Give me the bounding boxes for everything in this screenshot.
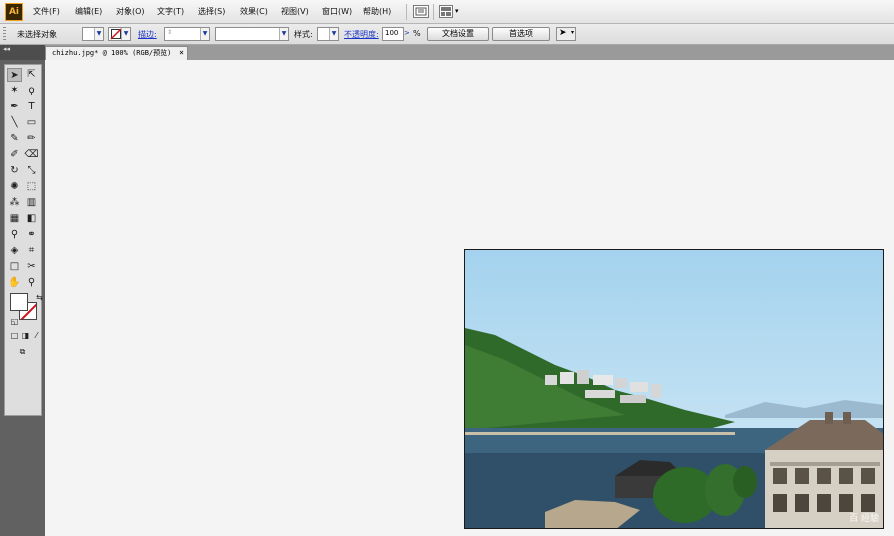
menu-separator <box>406 4 407 20</box>
symbol-sprayer-tool-icon[interactable]: ⁂ <box>7 196 22 210</box>
artboard-tool-icon[interactable]: □ <box>7 260 22 274</box>
pencil-tool-icon[interactable]: ✏ <box>24 132 39 146</box>
chevron-down-icon[interactable]: ▾ <box>455 7 459 15</box>
control-bar: 未选择对象 ▼ ▼ 描边: ⇕ ▼ ▼ 样式: ▼ 不透明度: 100 > % … <box>0 24 894 45</box>
menu-help[interactable]: 帮助(H) <box>363 6 391 17</box>
opacity-value: 100 <box>385 29 399 37</box>
rotate-tool-icon[interactable]: ↻ <box>7 164 22 178</box>
selection-status-label: 未选择对象 <box>17 30 57 39</box>
panel-collapse-button[interactable]: ◂◂ <box>0 45 45 60</box>
line-tool-icon[interactable]: ╲ <box>7 116 22 130</box>
tools-grid: ➤ ⇱ ✶ ϙ ✒ T ╲ ▭ ✎ ✏ ✐ ⌫ ↻ ⤡ ✺ ⬚ ⁂ ▥ ▦ ◧ ⚲ ⚭ ◈ ⌗ □ ✂ ✋ ⚲ ◱ ⇆ □ ◨ ⁄ ⧉ <box>4 64 44 416</box>
harbor-photo-image <box>465 328 883 528</box>
opacity-unit: % <box>413 29 421 38</box>
chevron-down-icon: ▼ <box>94 28 103 40</box>
none-mode-icon[interactable]: ⁄ <box>29 329 44 343</box>
menu-view[interactable]: 视图(V) <box>281 6 309 17</box>
eyedropper-tool-icon[interactable]: ⚲ <box>7 228 22 242</box>
menu-bar: Ai 文件(F) 编辑(E) 对象(O) 文字(T) 选择(S) 效果(C) 视… <box>0 0 894 24</box>
fill-color-swatch[interactable] <box>10 293 28 311</box>
stepper-icon[interactable]: ⇕ <box>167 29 172 36</box>
lasso-tool-icon[interactable]: ϙ <box>24 84 39 98</box>
chevron-down-icon: ▼ <box>200 28 209 40</box>
pointer-icon: ➤ <box>559 28 567 38</box>
preferences-button[interactable]: 首选项 <box>492 27 550 41</box>
close-icon[interactable]: × <box>179 47 184 59</box>
zoom-tool-icon[interactable]: ⚲ <box>24 276 39 290</box>
chevron-down-icon: ▼ <box>279 28 288 40</box>
blob-brush-tool-icon[interactable]: ✐ <box>7 148 22 162</box>
gradient-tool-icon[interactable]: ◧ <box>24 212 39 226</box>
menu-edit[interactable]: 编辑(E) <box>75 6 102 17</box>
direct-selection-tool-icon[interactable]: ⇱ <box>24 68 39 82</box>
live-paint-bucket-tool-icon[interactable]: ◈ <box>7 244 22 258</box>
document-tab-label: chizhu.jpg* @ 100% (RGB/预览) <box>52 49 172 57</box>
style-label: 样式: <box>294 30 313 39</box>
menu-type[interactable]: 文字(T) <box>157 6 184 17</box>
chevron-down-icon: ▼ <box>121 28 130 40</box>
stroke-weight-dropdown[interactable]: ⇕ ▼ <box>164 27 210 41</box>
blend-tool-icon[interactable]: ⚭ <box>24 228 39 242</box>
document-tab[interactable]: chizhu.jpg* @ 100% (RGB/预览) × <box>45 46 188 60</box>
chevron-right-icon[interactable]: > <box>404 29 410 37</box>
selection-tool-icon[interactable]: ➤ <box>7 68 22 82</box>
watermark-text: 百 經驗 <box>849 514 879 524</box>
menu-file[interactable]: 文件(F) <box>33 6 60 17</box>
menu-object[interactable]: 对象(O) <box>116 6 145 17</box>
menu-window[interactable]: 窗口(W) <box>322 6 352 17</box>
mesh-tool-icon[interactable]: ▦ <box>7 212 22 226</box>
opacity-input[interactable]: 100 <box>382 27 404 41</box>
graphic-style-dropdown[interactable]: ▼ <box>317 27 339 41</box>
document-setup-button[interactable]: 文档设置 <box>427 27 489 41</box>
arrange-documents-icon[interactable] <box>439 5 453 18</box>
placed-photo[interactable]: 百 經驗 <box>464 249 884 529</box>
scale-tool-icon[interactable]: ⤡ <box>24 164 39 178</box>
column-graph-tool-icon[interactable]: ▥ <box>24 196 39 210</box>
menu-select[interactable]: 选择(S) <box>198 6 225 17</box>
tools-panel: ➤ ⇱ ✶ ϙ ✒ T ╲ ▭ ✎ ✏ ✐ ⌫ ↻ ⤡ ✺ ⬚ ⁂ ▥ ▦ ◧ ⚲ ⚭ ◈ ⌗ □ ✂ ✋ ⚲ ◱ ⇆ □ ◨ ⁄ ⧉ <box>0 60 45 536</box>
eraser-tool-icon[interactable]: ⌫ <box>24 148 39 162</box>
grip-handle-icon[interactable] <box>3 27 6 41</box>
bridge-icon[interactable] <box>413 5 429 18</box>
hand-tool-icon[interactable]: ✋ <box>7 276 22 290</box>
type-tool-icon[interactable]: T <box>24 100 39 114</box>
chevron-down-icon: ▾ <box>570 29 574 36</box>
pen-tool-icon[interactable]: ✒ <box>7 100 22 114</box>
magic-wand-tool-icon[interactable]: ✶ <box>7 84 22 98</box>
live-paint-selection-tool-icon[interactable]: ⌗ <box>24 244 39 258</box>
variable-width-dropdown[interactable]: ▼ <box>215 27 289 41</box>
default-fill-stroke-icon[interactable]: ◱ <box>7 315 22 329</box>
paintbrush-tool-icon[interactable]: ✎ <box>7 132 22 146</box>
app-logo: Ai <box>5 3 23 21</box>
document-tab-strip: ◂◂ chizhu.jpg* @ 100% (RGB/预览) × <box>0 45 894 60</box>
stroke-panel-link[interactable]: 描边: <box>138 29 157 40</box>
isolation-mode-icon[interactable]: ➤ ▾ <box>556 27 576 41</box>
chevron-down-icon: ▼ <box>329 28 338 40</box>
slice-tool-icon[interactable]: ✂ <box>24 260 39 274</box>
free-transform-tool-icon[interactable]: ⬚ <box>24 180 39 194</box>
stroke-color-dropdown[interactable]: ▼ <box>108 27 131 41</box>
screen-mode-icon[interactable]: ⧉ <box>15 345 30 359</box>
fill-color-dropdown[interactable]: ▼ <box>82 27 104 41</box>
rectangle-tool-icon[interactable]: ▭ <box>24 116 39 130</box>
warp-tool-icon[interactable]: ✺ <box>7 180 22 194</box>
menu-effect[interactable]: 效果(C) <box>240 6 268 17</box>
menu-separator <box>433 4 434 20</box>
opacity-panel-link[interactable]: 不透明度: <box>344 29 379 40</box>
